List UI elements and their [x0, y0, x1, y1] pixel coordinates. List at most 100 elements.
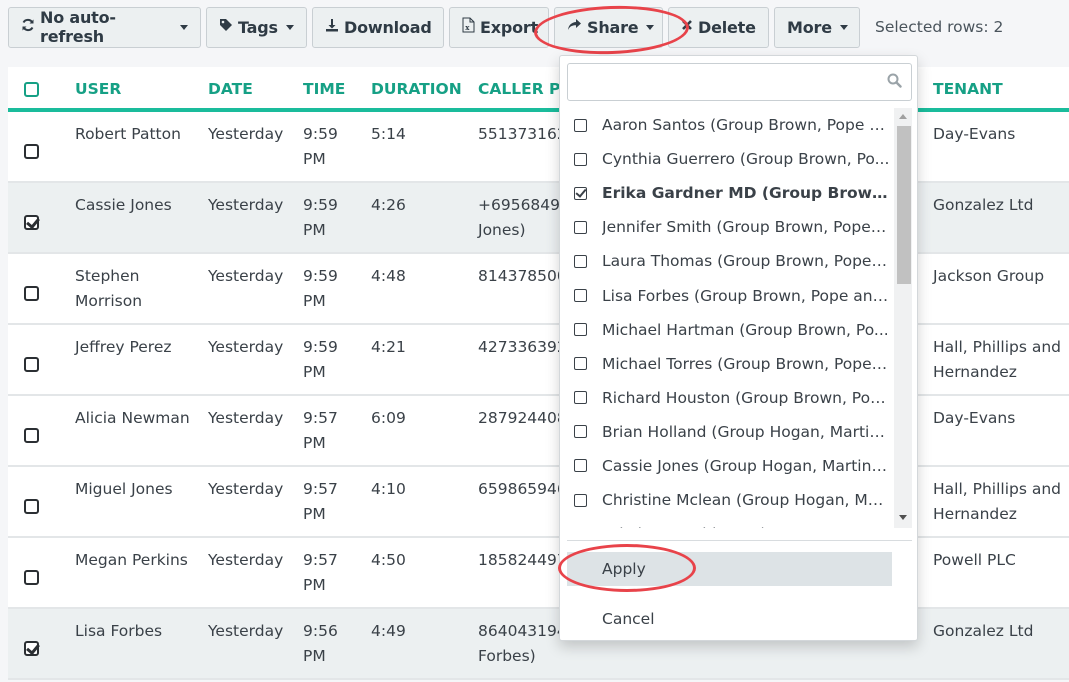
share-user-option[interactable]: Erika Gardner MD (Group Brown, P...	[560, 176, 912, 210]
option-label: Erika Gardner MD (Group Brown, P...	[602, 184, 890, 203]
cell-time: 9:59 PM	[303, 122, 338, 172]
option-checkbox[interactable]	[574, 493, 587, 507]
option-checkbox[interactable]	[574, 391, 587, 405]
cell-date-line: Yesterday	[208, 196, 284, 214]
column-header-date[interactable]: DATE	[208, 80, 253, 98]
cell-caller: +69568498 Jones)	[478, 193, 570, 243]
cell-caller: 185824497	[478, 548, 567, 573]
row-checkbox[interactable]	[24, 499, 39, 514]
option-checkbox[interactable]	[574, 323, 587, 337]
row-checkbox[interactable]	[24, 286, 39, 301]
cell-time: 9:56 PM	[303, 619, 338, 669]
column-header-time[interactable]: TIME	[303, 80, 345, 98]
cell-date: Yesterday	[208, 264, 283, 289]
close-icon	[681, 19, 693, 35]
cell-tenant: Jackson Group	[933, 264, 1044, 289]
column-header-tenant[interactable]: TENANT	[933, 80, 1003, 98]
delete-button[interactable]: Delete	[668, 6, 769, 48]
cell-user-line: Cassie Jones	[75, 196, 172, 214]
cell-date-line: Yesterday	[208, 267, 284, 285]
option-label: Lisa Forbes (Group Brown, Pope and...	[602, 286, 890, 305]
cell-duration: 4:48	[371, 264, 406, 289]
option-checkbox[interactable]	[574, 289, 587, 303]
scroll-down-arrow-icon[interactable]	[899, 515, 907, 520]
cell-time-line: PM	[303, 363, 326, 381]
share-user-option[interactable]: Jennifer Smith (Group Brown, Pope ...	[560, 210, 912, 244]
share-label: Share	[587, 17, 639, 37]
cell-date: Yesterday	[208, 406, 283, 431]
column-header-caller[interactable]: CALLER PA	[478, 80, 571, 98]
cell-time: 9:57 PM	[303, 406, 338, 456]
option-checkbox[interactable]	[574, 357, 587, 371]
option-label: Cristina Hutchinson (Group Hogan...	[602, 525, 890, 528]
cell-tenant-line: Jackson Group	[933, 267, 1045, 285]
cell-caller-line: +69568498	[478, 196, 570, 214]
cell-duration: 4:50	[371, 548, 406, 573]
cancel-button[interactable]: Cancel	[567, 602, 892, 636]
excel-file-icon: x	[462, 17, 475, 37]
scroll-up-arrow-icon[interactable]	[899, 114, 907, 119]
column-header-duration[interactable]: DURATION	[371, 80, 462, 98]
share-user-option[interactable]: Michael Torres (Group Brown, Pope ...	[560, 347, 912, 381]
option-checkbox[interactable]	[574, 152, 587, 166]
cell-user-line: Lisa Forbes	[75, 622, 163, 640]
cell-user: Cassie Jones	[75, 193, 172, 218]
cell-tenant-line: Powell PLC	[933, 551, 1016, 569]
cell-user-line: Robert Patton	[75, 125, 181, 143]
share-button[interactable]: Share	[554, 6, 663, 48]
row-checkbox[interactable]	[24, 641, 39, 656]
share-list-scrollbar[interactable]	[894, 108, 912, 528]
cell-user-line: Jeffrey Perez	[75, 338, 172, 356]
share-user-option[interactable]: Aaron Santos (Group Brown, Pope a...	[560, 108, 912, 142]
share-user-option[interactable]: Cristina Hutchinson (Group Hogan...	[560, 517, 912, 528]
option-checkbox[interactable]	[574, 118, 587, 132]
export-button[interactable]: x Export	[449, 6, 549, 48]
auto-refresh-button[interactable]: No auto-refresh	[8, 6, 201, 48]
option-checkbox[interactable]	[574, 459, 587, 473]
cell-user-line: Megan Perkins	[75, 551, 188, 569]
share-user-option[interactable]: Christine Mclean (Group Hogan, Mar...	[560, 483, 912, 517]
select-all-checkbox[interactable]	[24, 82, 39, 97]
cell-tenant-line: Hernandez	[933, 363, 1017, 381]
share-user-option[interactable]: Michael Hartman (Group Brown, Po...	[560, 313, 912, 347]
row-checkbox[interactable]	[24, 570, 39, 585]
cell-date-line: Yesterday	[208, 622, 284, 640]
option-checkbox[interactable]	[574, 220, 587, 234]
cell-time: 9:57 PM	[303, 548, 338, 598]
cell-time-line: 9:59	[303, 267, 338, 285]
share-search-input[interactable]	[576, 64, 876, 98]
share-user-option[interactable]: Cassie Jones (Group Hogan, Martin a...	[560, 449, 912, 483]
row-checkbox[interactable]	[24, 428, 39, 443]
cell-duration-line: 4:21	[371, 338, 406, 356]
scrollbar-thumb[interactable]	[897, 126, 911, 284]
option-checkbox[interactable]	[574, 186, 587, 200]
share-user-option[interactable]: Lisa Forbes (Group Brown, Pope and...	[560, 278, 912, 312]
cell-caller-line: Jones)	[478, 221, 526, 239]
cell-tenant-line: Hernandez	[933, 505, 1017, 523]
share-user-option[interactable]: Cynthia Guerrero (Group Brown, Po...	[560, 142, 912, 176]
row-checkbox[interactable]	[24, 144, 39, 159]
option-label: Brian Holland (Group Hogan, Martin...	[602, 422, 890, 441]
cell-user: Stephen Morrison	[75, 264, 142, 314]
cell-tenant: Day-Evans	[933, 406, 1015, 431]
download-button[interactable]: Download	[312, 6, 444, 48]
option-checkbox[interactable]	[574, 425, 587, 439]
column-header-user[interactable]: USER	[75, 80, 121, 98]
search-icon	[887, 73, 902, 88]
share-user-option[interactable]: Brian Holland (Group Hogan, Martin...	[560, 415, 912, 449]
cell-time: 9:59 PM	[303, 193, 338, 243]
option-checkbox[interactable]	[574, 254, 587, 268]
more-button[interactable]: More	[774, 6, 860, 48]
share-user-option[interactable]: Richard Houston (Group Brown, Pop...	[560, 381, 912, 415]
apply-button[interactable]: Apply	[567, 552, 892, 586]
share-user-option[interactable]: Laura Thomas (Group Brown, Pope ...	[560, 244, 912, 278]
cell-date: Yesterday	[208, 619, 283, 644]
cell-tenant-line: Hall, Phillips and	[933, 338, 1062, 356]
row-checkbox[interactable]	[24, 215, 39, 230]
tags-button[interactable]: Tags	[206, 6, 307, 48]
cell-time-line: PM	[303, 576, 326, 594]
option-label: Cynthia Guerrero (Group Brown, Po...	[602, 150, 890, 169]
option-label: Laura Thomas (Group Brown, Pope ...	[602, 252, 890, 271]
tag-icon	[219, 18, 233, 36]
row-checkbox[interactable]	[24, 357, 39, 372]
